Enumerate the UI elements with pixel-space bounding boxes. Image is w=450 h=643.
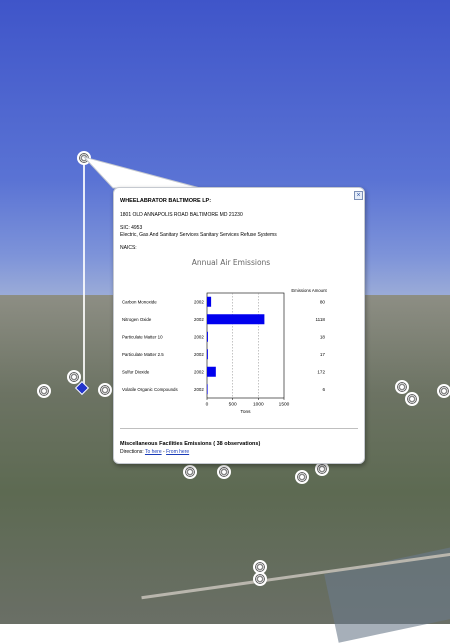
year-label: 2002 (194, 352, 204, 357)
amount-header: Emissions Amount (291, 288, 327, 293)
misc-emissions-link[interactable]: Miscellaneous Facilities Emissions ( 38 … (120, 441, 260, 447)
category-label: Volatile Organic Compounds (122, 387, 178, 392)
category-label: Particulate Matter 10 (122, 334, 163, 339)
x-tick-label: 1000 (253, 402, 264, 408)
directions: Directions: To here - From here (120, 449, 189, 455)
year-label: 2002 (194, 334, 204, 339)
bar (207, 314, 265, 325)
data-label: 80 (320, 299, 326, 304)
plot-frame (206, 292, 285, 399)
bar (207, 366, 216, 377)
facility-name: WHEELABRATOR BALTIMORE LP: (120, 198, 212, 204)
category-label: Carbon Monoxide (122, 299, 157, 304)
category-label: Nitrogen Oxide (122, 317, 152, 322)
bar (207, 331, 208, 342)
directions-label: Directions: (120, 449, 144, 455)
category-label: Sulfur Dioxide (122, 369, 150, 374)
chart-title: Annual Air Emissions (192, 258, 271, 267)
year-label: 2002 (194, 299, 204, 304)
sic-code: SIC: 4953 (120, 225, 143, 231)
data-label: 17 (320, 352, 326, 357)
data-label: 6 (322, 387, 325, 392)
data-label: 18 (320, 334, 326, 339)
category-label: Particulate Matter 2.5 (122, 352, 164, 357)
info-balloon: × WHEELABRATOR BALTIMORE LP: 1801 OLD AN… (113, 187, 365, 464)
year-label: 2002 (194, 317, 204, 322)
year-label: 2002 (194, 387, 204, 392)
data-label: 1118 (315, 317, 325, 322)
bar (207, 296, 212, 307)
data-label: 172 (317, 369, 325, 374)
bar (207, 349, 208, 360)
x-tick-label: 0 (206, 402, 209, 408)
x-axis-label: Tons (240, 409, 251, 415)
x-tick-label: 500 (229, 402, 237, 408)
close-icon[interactable]: × (354, 191, 363, 200)
year-label: 2002 (194, 369, 204, 374)
x-tick-label: 1500 (279, 402, 290, 408)
directions-separator: - (163, 449, 165, 455)
bar (207, 384, 208, 395)
annual-air-emissions-chart: Annual Air Emissions Emissions Amount 0 500… (122, 258, 327, 415)
sic-description: Electric, Gas And Sanitary Services Sani… (120, 232, 277, 238)
facility-address: 1801 OLD ANNAPOLIS ROAD BALTIMORE MD 212… (120, 212, 243, 218)
divider (120, 428, 358, 429)
to-here-link[interactable]: To here (145, 449, 162, 455)
from-here-link[interactable]: From here (166, 449, 189, 455)
